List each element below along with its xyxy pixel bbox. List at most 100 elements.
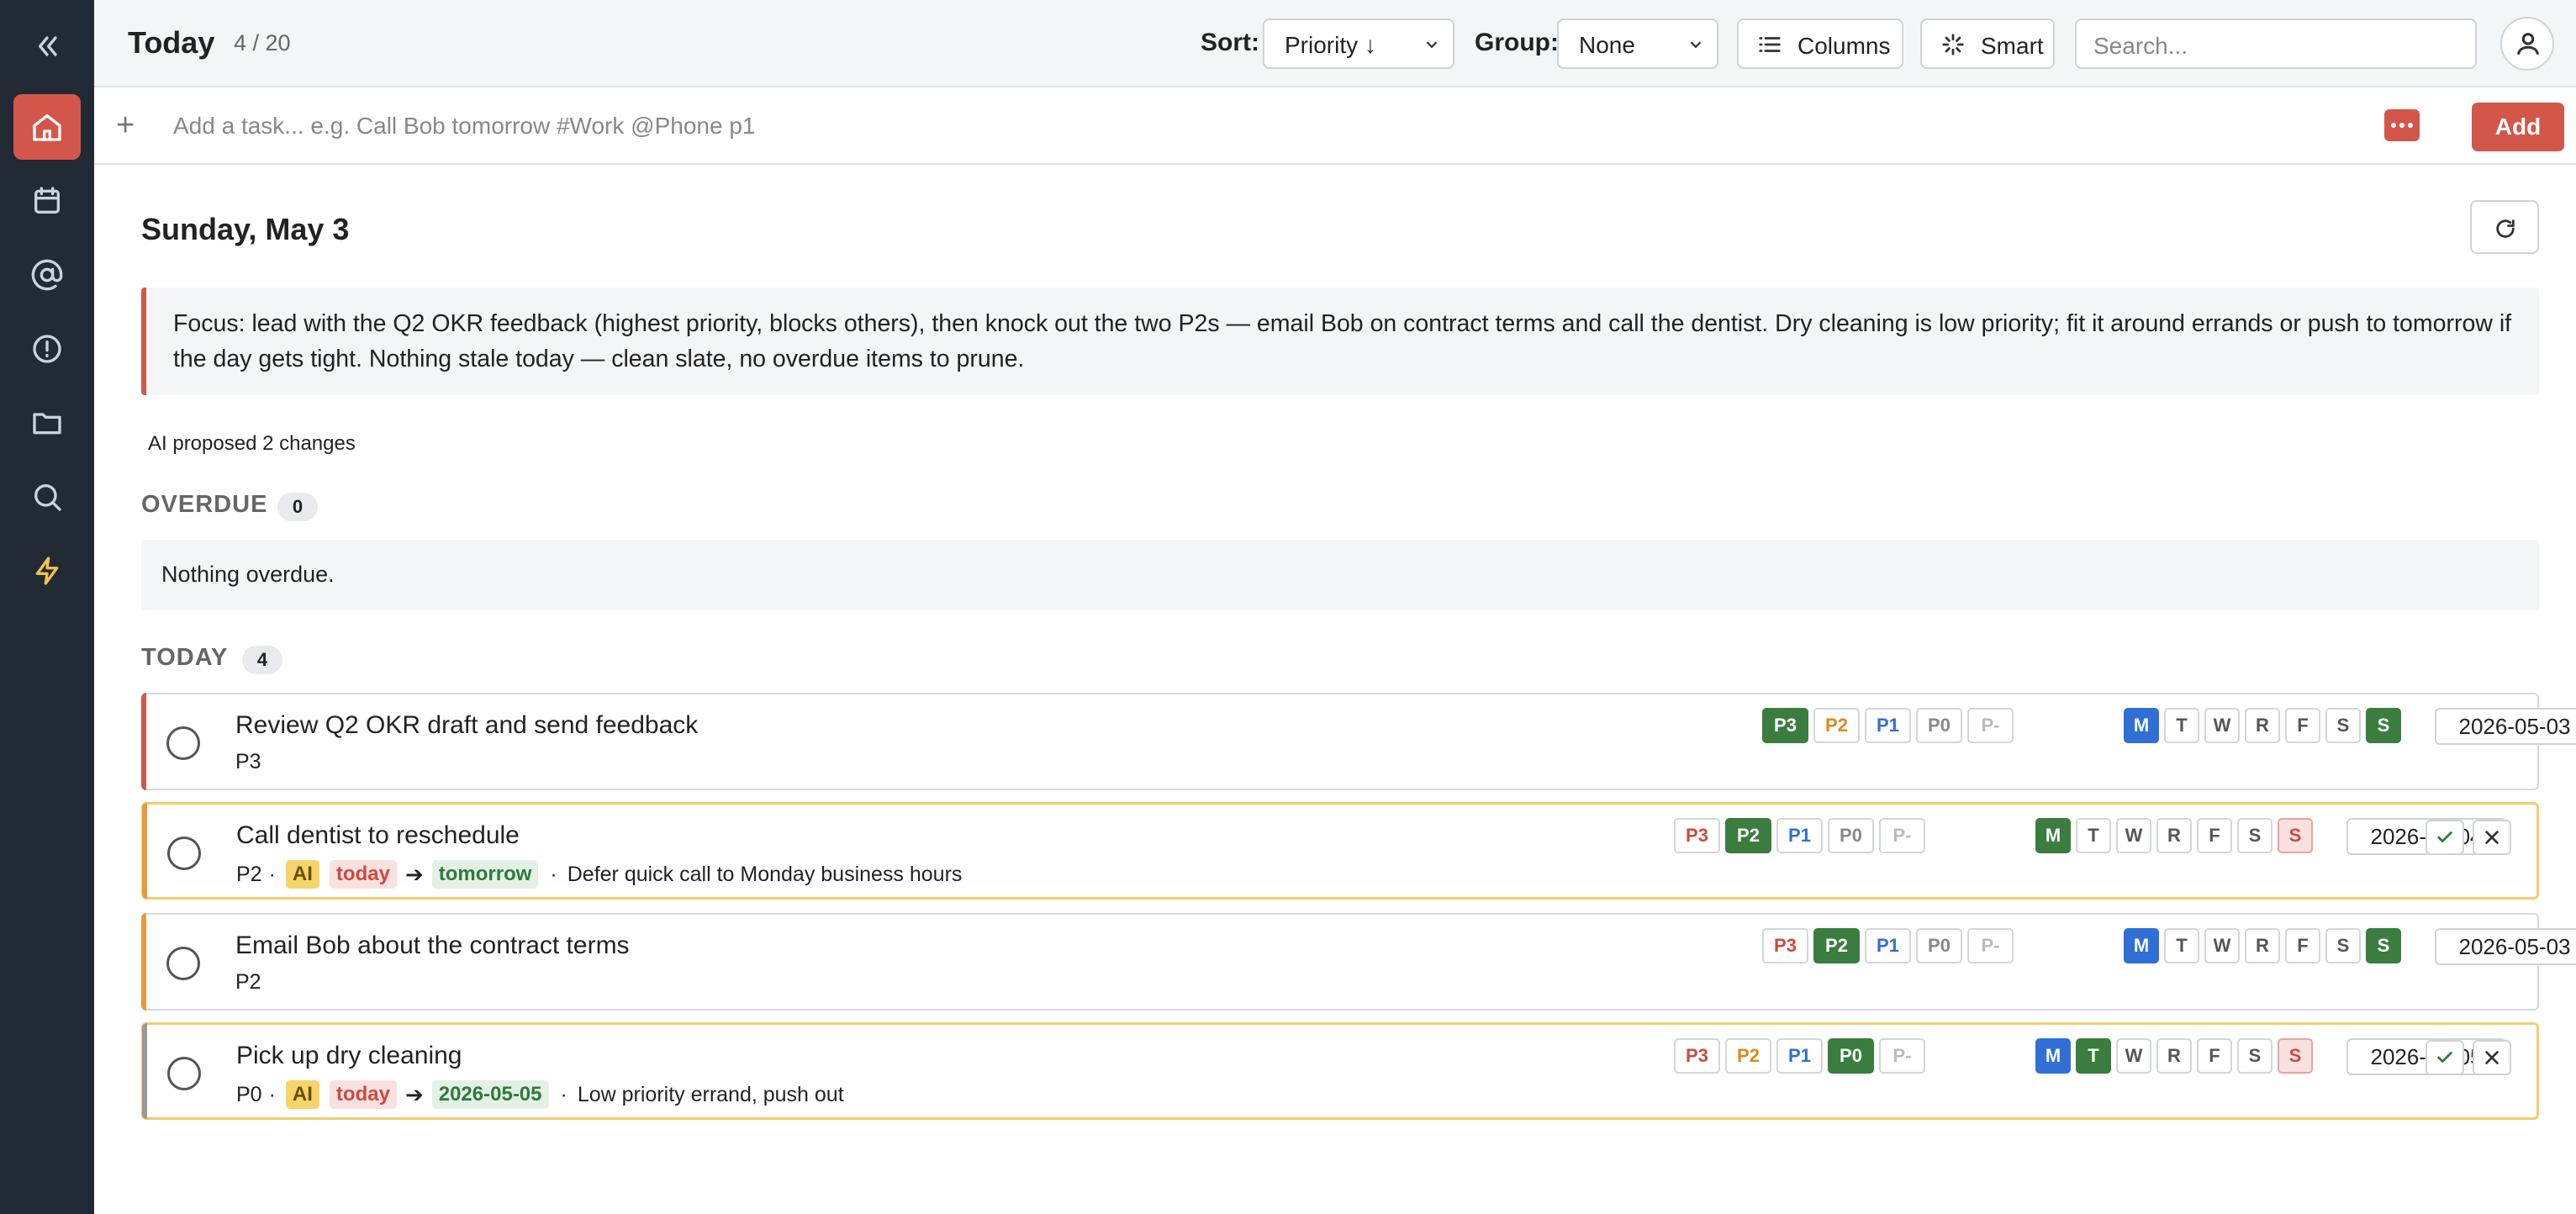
priority-option-pnone[interactable]: P-	[1967, 708, 2014, 743]
day-option[interactable]: M	[2124, 708, 2159, 743]
priority-option-p2[interactable]: P2	[1813, 928, 1860, 963]
group-select[interactable]: None	[1557, 18, 1718, 69]
task-row[interactable]: Pick up dry cleaning P0 · AI today ➔ 2026-05-0…	[141, 1022, 2539, 1120]
complete-checkbox[interactable]	[166, 726, 200, 760]
columns-button[interactable]: Columns	[1737, 18, 1903, 69]
user-avatar-button[interactable]	[2500, 17, 2554, 71]
priority-option-p3[interactable]: P3	[1674, 1038, 1720, 1074]
day-option[interactable]: F	[2197, 818, 2232, 853]
sparkle-icon	[1942, 34, 1964, 55]
priority-option-p0[interactable]: P0	[1828, 1038, 1874, 1074]
overdue-heading: OVERDUE	[141, 491, 268, 518]
dot-icon	[2408, 123, 2413, 128]
bolt-icon	[35, 557, 59, 585]
day-option[interactable]: T	[2076, 1038, 2111, 1074]
task-row[interactable]: Email Bob about the contract terms P2 P3 P2…	[141, 913, 2576, 1011]
reject-change-button[interactable]	[2473, 820, 2511, 855]
sidebar-item-alerts[interactable]	[13, 316, 81, 382]
priority-option-p2[interactable]: P2	[1725, 1038, 1771, 1074]
priority-option-p1[interactable]: P1	[1776, 818, 1823, 853]
day-option[interactable]: S	[2278, 1038, 2313, 1074]
priority-option-p0[interactable]: P0	[1916, 708, 1962, 743]
day-option[interactable]: T	[2164, 928, 2199, 963]
due-date-input[interactable]: 2026-05-03	[2435, 928, 2576, 965]
close-icon	[2485, 831, 2499, 844]
sidebar-item-mentions[interactable]	[13, 242, 81, 308]
day-option[interactable]: F	[2285, 928, 2320, 963]
complete-checkbox[interactable]	[166, 947, 200, 980]
priority-option-p3[interactable]: P3	[1762, 928, 1808, 963]
group-select-value: None	[1579, 32, 1635, 58]
day-option[interactable]: M	[2124, 928, 2159, 963]
day-option[interactable]: S	[2278, 818, 2313, 853]
priority-option-p3[interactable]: P3	[1674, 818, 1720, 853]
day-option[interactable]: T	[2076, 818, 2111, 853]
ai-reason: Low priority errand, push out	[577, 1082, 844, 1106]
day-option[interactable]: M	[2035, 1038, 2071, 1074]
due-date-input[interactable]: 2026-05-03	[2435, 708, 2576, 745]
day-option[interactable]: S	[2325, 928, 2361, 963]
more-options-button[interactable]	[2384, 109, 2420, 141]
day-option[interactable]: M	[2035, 818, 2071, 853]
day-option[interactable]: F	[2197, 1038, 2232, 1074]
top-bar: Today 4 / 20 Sort: Priority ↓ Group: Non…	[94, 0, 2576, 87]
priority-option-p0[interactable]: P0	[1828, 818, 1874, 853]
add-button[interactable]: Add	[2472, 103, 2564, 151]
day-option[interactable]: W	[2204, 708, 2240, 743]
search-input[interactable]: Search...	[2075, 18, 2477, 69]
ai-proposed-changes: AI proposed 2 changes	[148, 432, 356, 455]
priority-option-p2[interactable]: P2	[1813, 708, 1860, 743]
accept-change-button[interactable]	[2426, 1040, 2464, 1075]
priority-bar	[141, 693, 146, 790]
today-count: 4	[242, 646, 282, 674]
day-option[interactable]: F	[2285, 708, 2320, 743]
dot-icon	[2391, 123, 2396, 128]
sidebar-item-calendar[interactable]	[13, 168, 81, 234]
sidebar-item-projects[interactable]	[13, 390, 81, 456]
sort-select[interactable]: Priority ↓	[1263, 18, 1454, 69]
day-option[interactable]: T	[2164, 708, 2199, 743]
sidebar-item-home[interactable]	[13, 94, 81, 160]
reject-change-button[interactable]	[2473, 1040, 2511, 1075]
priority-option-p0[interactable]: P0	[1916, 928, 1962, 963]
add-task-input[interactable]: Add a task... e.g. Call Bob tomorrow #Wo…	[173, 113, 755, 140]
smart-button-label: Smart	[1981, 33, 2044, 59]
day-option[interactable]: S	[2325, 708, 2361, 743]
refresh-button[interactable]	[2470, 200, 2539, 254]
priority-option-pnone[interactable]: P-	[1879, 1038, 1925, 1074]
priority-option-p1[interactable]: P1	[1865, 708, 1911, 743]
day-option[interactable]: S	[2366, 708, 2401, 743]
day-option[interactable]: R	[2156, 1038, 2192, 1074]
collapse-sidebar-button[interactable]	[13, 13, 81, 79]
day-option[interactable]: W	[2116, 818, 2151, 853]
task-row[interactable]: Call dentist to reschedule P2 · AI today ➔ tom…	[141, 802, 2539, 900]
day-option[interactable]: R	[2245, 928, 2280, 963]
sidebar-item-search[interactable]	[13, 464, 81, 530]
task-priority: P3	[235, 750, 261, 773]
accept-change-button[interactable]	[2426, 820, 2464, 855]
priority-option-p3[interactable]: P3	[1762, 708, 1808, 743]
priority-option-p1[interactable]: P1	[1865, 928, 1911, 963]
day-option[interactable]: S	[2237, 1038, 2272, 1074]
day-option[interactable]: W	[2204, 928, 2240, 963]
task-row[interactable]: Review Q2 OKR draft and send feedback P3 P…	[141, 693, 2576, 790]
priority-option-pnone[interactable]: P-	[1879, 818, 1925, 853]
priority-option-pnone[interactable]: P-	[1967, 928, 2014, 963]
smart-button[interactable]: Smart	[1920, 18, 2055, 69]
priority-option-p1[interactable]: P1	[1776, 1038, 1823, 1074]
complete-checkbox[interactable]	[167, 837, 201, 870]
day-option[interactable]: R	[2156, 818, 2192, 853]
day-option[interactable]: S	[2366, 928, 2401, 963]
priority-option-p2[interactable]: P2	[1725, 818, 1771, 853]
arrow-right-icon: ➔	[404, 1081, 424, 1107]
task-meta: P2 · AI today ➔ tomorrow · Defer quick call to …	[236, 860, 962, 889]
chevron-down-icon	[1426, 41, 1438, 49]
day-option[interactable]: R	[2245, 708, 2280, 743]
list-icon	[1759, 37, 1781, 52]
day-option[interactable]: S	[2237, 818, 2272, 853]
priority-bar	[141, 913, 146, 1011]
sidebar-item-automations[interactable]	[13, 538, 81, 604]
complete-checkbox[interactable]	[167, 1057, 201, 1090]
day-option[interactable]: W	[2116, 1038, 2151, 1074]
home-icon	[33, 114, 61, 141]
